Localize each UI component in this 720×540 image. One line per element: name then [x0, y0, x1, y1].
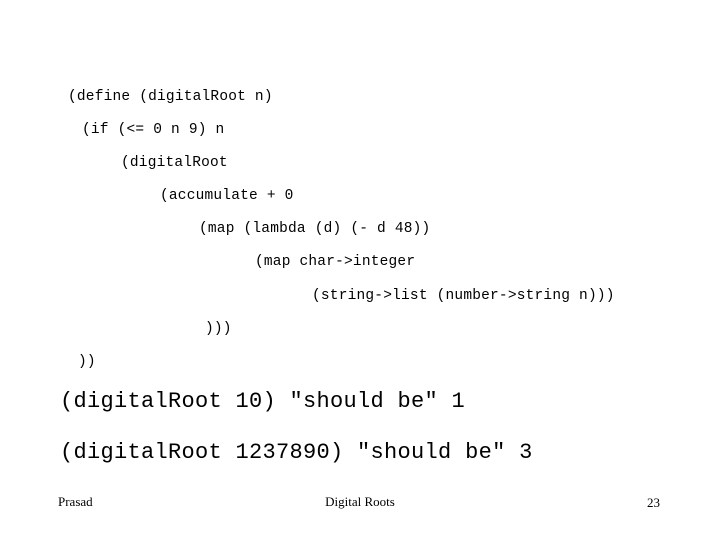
example-line: (digitalRoot 10) "should be" 1: [60, 389, 466, 414]
footer-page-number: 23: [647, 495, 660, 510]
slide-canvas: (define (digitalRoot n) (if (<= 0 n 9) n…: [0, 0, 720, 540]
footer-page-number-wrap: 23: [600, 494, 660, 512]
code-line: (string->list (number->string n))): [312, 288, 615, 304]
code-line: (define (digitalRoot n): [68, 89, 273, 105]
code-line: (accumulate + 0: [160, 188, 294, 204]
code-line: (map (lambda (d) (- d 48)): [199, 221, 431, 237]
example-line: (digitalRoot 1237890) "should be" 3: [60, 440, 533, 465]
code-line: ))): [205, 321, 232, 337]
code-line: )): [78, 354, 96, 370]
slide-footer: Prasad Digital Roots 23: [0, 494, 720, 516]
code-line: (if (<= 0 n 9) n: [82, 122, 225, 138]
code-line: (map char->integer: [255, 254, 416, 270]
code-line: (digitalRoot: [121, 155, 228, 171]
